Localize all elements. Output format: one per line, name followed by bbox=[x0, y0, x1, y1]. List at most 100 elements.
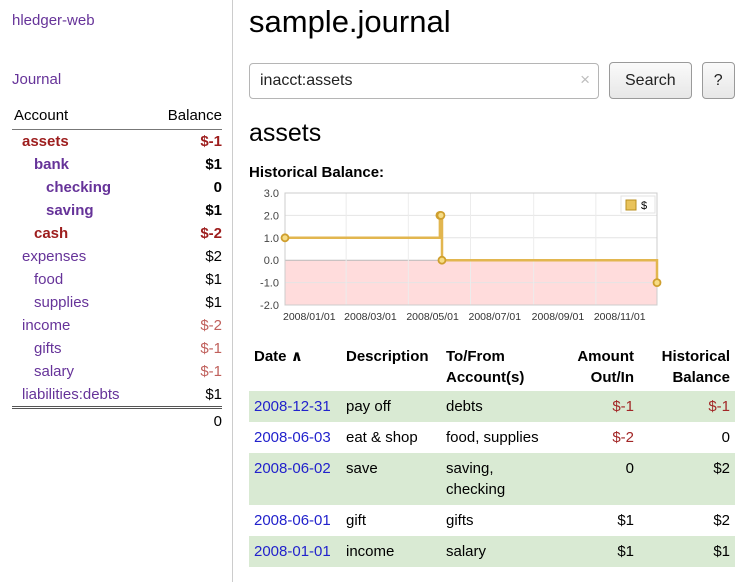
chart-legend-swatch bbox=[626, 200, 636, 210]
account-row: food $1 bbox=[12, 268, 222, 291]
main-content: sample.journal × Search ? assets Histori… bbox=[233, 0, 742, 582]
account-row: assets $-1 bbox=[12, 130, 222, 154]
accounts-header-account: Account bbox=[12, 104, 150, 130]
account-balance: 0 bbox=[150, 176, 222, 199]
register-row: 2008-12-31 pay off debts $-1 $-1 bbox=[249, 391, 735, 422]
transaction-description: pay off bbox=[341, 391, 441, 422]
accounts-table: Account Balance assets $-1 bank $1 check… bbox=[12, 104, 222, 433]
account-link-food[interactable]: food bbox=[34, 271, 63, 288]
app-title-link[interactable]: hledger-web bbox=[12, 12, 222, 29]
account-link-cash[interactable]: cash bbox=[34, 225, 68, 242]
account-balance: $1 bbox=[150, 153, 222, 176]
register-header-amount: Amount Out/In bbox=[553, 343, 639, 391]
historical-balance-chart: 3.02.01.00.0-1.0-2.02008/01/012008/03/01… bbox=[249, 187, 663, 325]
account-row: expenses $2 bbox=[12, 245, 222, 268]
account-link-gifts[interactable]: gifts bbox=[34, 340, 62, 357]
accounts-total-balance: 0 bbox=[150, 408, 222, 434]
page-title: sample.journal bbox=[249, 4, 735, 40]
chart-xtick-label: 2008/01/01 bbox=[283, 311, 336, 323]
account-link-assets[interactable]: assets bbox=[22, 133, 69, 150]
sidebar: hledger-web Journal Account Balance asse… bbox=[0, 0, 233, 582]
transaction-amount: $1 bbox=[553, 505, 639, 536]
account-row: checking 0 bbox=[12, 176, 222, 199]
account-balance: $1 bbox=[150, 199, 222, 222]
register-header-accounts: To/From Account(s) bbox=[441, 343, 553, 391]
transaction-description: eat & shop bbox=[341, 422, 441, 453]
account-balance: $-1 bbox=[150, 130, 222, 154]
account-row: cash $-2 bbox=[12, 222, 222, 245]
chart-xtick-label: 2008/05/01 bbox=[406, 311, 459, 323]
register-header-date-label: Date bbox=[254, 348, 287, 365]
transaction-accounts: salary bbox=[441, 536, 553, 567]
account-balance: $-2 bbox=[150, 314, 222, 337]
account-link-bank[interactable]: bank bbox=[34, 156, 69, 173]
transaction-accounts: food, supplies bbox=[441, 422, 553, 453]
account-balance: $1 bbox=[150, 291, 222, 314]
account-link-checking[interactable]: checking bbox=[46, 179, 111, 196]
transaction-balance: 0 bbox=[639, 422, 735, 453]
transaction-accounts: gifts bbox=[441, 505, 553, 536]
chart-ytick-label: 0.0 bbox=[264, 255, 279, 267]
account-row: gifts $-1 bbox=[12, 337, 222, 360]
transaction-date-link[interactable]: 2008-01-01 bbox=[254, 543, 331, 560]
account-balance: $2 bbox=[150, 245, 222, 268]
register-header-row: Date ∧ Description To/From Account(s) Am… bbox=[249, 343, 735, 391]
sidebar-item-journal[interactable]: Journal bbox=[12, 71, 222, 88]
accounts-header-row: Account Balance bbox=[12, 104, 222, 130]
transaction-balance: $2 bbox=[639, 453, 735, 505]
account-link-saving[interactable]: saving bbox=[46, 202, 94, 219]
register-row: 2008-01-01 income salary $1 $1 bbox=[249, 536, 735, 567]
chart-xtick-label: 2008/11/01 bbox=[594, 311, 646, 323]
chart-point-marker bbox=[282, 234, 289, 241]
account-balance: $1 bbox=[150, 268, 222, 291]
chart-point-marker bbox=[438, 257, 445, 264]
transaction-description: income bbox=[341, 536, 441, 567]
chart-heading: Historical Balance: bbox=[249, 164, 735, 181]
transaction-date-link[interactable]: 2008-06-03 bbox=[254, 429, 331, 446]
accounts-total-row: 0 bbox=[12, 408, 222, 434]
account-heading: assets bbox=[249, 119, 735, 148]
account-row: bank $1 bbox=[12, 153, 222, 176]
account-link-liabilities-debts[interactable]: liabilities:debts bbox=[22, 386, 120, 403]
transaction-date-link[interactable]: 2008-06-02 bbox=[254, 460, 331, 477]
chart-ytick-label: 3.0 bbox=[264, 188, 279, 200]
clear-search-icon[interactable]: × bbox=[580, 71, 590, 88]
transaction-accounts: saving, checking bbox=[441, 453, 553, 505]
transaction-accounts: debts bbox=[441, 391, 553, 422]
account-row: income $-2 bbox=[12, 314, 222, 337]
chart-legend-label: $ bbox=[641, 200, 647, 212]
register-row: 2008-06-03 eat & shop food, supplies $-2… bbox=[249, 422, 735, 453]
search-bar: × Search ? bbox=[249, 62, 735, 99]
chart-ytick-label: 2.0 bbox=[264, 210, 279, 222]
account-link-expenses[interactable]: expenses bbox=[22, 248, 86, 265]
transaction-date-link[interactable]: 2008-06-01 bbox=[254, 512, 331, 529]
search-help-button[interactable]: ? bbox=[702, 62, 735, 99]
transaction-date-link[interactable]: 2008-12-31 bbox=[254, 398, 331, 415]
chart-point-marker bbox=[654, 279, 661, 286]
chart-ytick-label: -1.0 bbox=[260, 278, 279, 290]
account-link-supplies[interactable]: supplies bbox=[34, 294, 89, 311]
transaction-description: save bbox=[341, 453, 441, 505]
register-row: 2008-06-01 gift gifts $1 $2 bbox=[249, 505, 735, 536]
search-input[interactable] bbox=[249, 63, 599, 99]
transaction-amount: 0 bbox=[553, 453, 639, 505]
account-link-income[interactable]: income bbox=[22, 317, 70, 334]
transaction-description: gift bbox=[341, 505, 441, 536]
search-box: × bbox=[249, 63, 599, 99]
search-button[interactable]: Search bbox=[609, 62, 692, 99]
register-header-date[interactable]: Date ∧ bbox=[249, 343, 341, 391]
transaction-amount: $1 bbox=[553, 536, 639, 567]
account-link-salary[interactable]: salary bbox=[34, 363, 74, 380]
transaction-amount: $-1 bbox=[553, 391, 639, 422]
register-header-balance: Historical Balance bbox=[639, 343, 735, 391]
chart-point-marker bbox=[437, 212, 444, 219]
chart-xtick-label: 2008/07/01 bbox=[468, 311, 521, 323]
account-balance: $-2 bbox=[150, 222, 222, 245]
chart-xtick-label: 2008/09/01 bbox=[532, 311, 585, 323]
account-row: supplies $1 bbox=[12, 291, 222, 314]
transaction-balance: $2 bbox=[639, 505, 735, 536]
transaction-amount: $-2 bbox=[553, 422, 639, 453]
chart-xtick-label: 2008/03/01 bbox=[344, 311, 397, 323]
account-balance: $-1 bbox=[150, 360, 222, 383]
account-balance: $1 bbox=[150, 383, 222, 408]
